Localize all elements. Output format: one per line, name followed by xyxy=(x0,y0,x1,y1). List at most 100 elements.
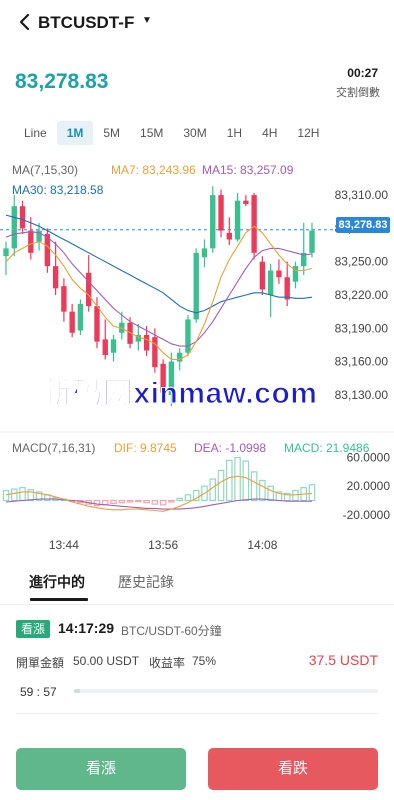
ma7-line xyxy=(5,225,313,360)
macd-bar xyxy=(126,499,134,503)
ma15-legend: MA15: 83,257.09 xyxy=(202,163,294,177)
candle-body xyxy=(218,195,224,231)
candle-body xyxy=(309,230,315,253)
candle-body xyxy=(3,248,9,257)
macd-bar xyxy=(135,499,142,503)
macd-bar xyxy=(2,489,10,502)
dif-legend: DIF: 9.8745 xyxy=(114,441,177,455)
ma-legend-title: MA(7,15,30) xyxy=(12,163,79,177)
candle-body xyxy=(94,306,100,342)
candle-body xyxy=(284,277,290,300)
macd-axis-label: -20.0000 xyxy=(343,508,391,522)
order-timer: 59 : 57 xyxy=(20,685,57,699)
buy-down-button[interactable]: 看跌 xyxy=(208,748,378,790)
interval-tab-5m[interactable]: 5M xyxy=(93,121,130,145)
symbol-title[interactable]: BTCUSDT-F xyxy=(38,13,134,33)
time-axis-label: 14:08 xyxy=(247,538,277,552)
macd-bar xyxy=(242,460,250,502)
macd-bar xyxy=(217,469,225,502)
candle-body xyxy=(77,303,84,331)
macd-bar xyxy=(267,485,274,502)
macd-bar xyxy=(250,471,258,502)
candle-body xyxy=(176,352,183,362)
macd-bar xyxy=(292,489,299,502)
countdown-label: 交割倒數 xyxy=(336,87,380,99)
amount-value: 50.00 USDT xyxy=(73,654,140,668)
current-price: 83,278.83 xyxy=(15,70,109,93)
interval-tab-30m[interactable]: 30M xyxy=(173,121,216,145)
interval-selector: Line 1M 5M 15M 30M 1H 4H 12H xyxy=(14,120,384,146)
macd-bar xyxy=(10,488,18,502)
interval-tab-12h[interactable]: 12H xyxy=(287,121,329,145)
candle-body xyxy=(267,270,274,295)
candle-body xyxy=(86,272,92,307)
candle-body xyxy=(259,261,266,290)
macd-bar xyxy=(159,499,167,506)
candle-body xyxy=(11,206,17,249)
candle-body xyxy=(152,337,158,368)
ma7-legend: MA7: 83,243.96 xyxy=(111,163,196,177)
order-description: BTC/USDT-60分鐘 xyxy=(121,624,222,638)
macd-axis-label: 20.0000 xyxy=(347,479,391,493)
candle-body xyxy=(19,206,26,229)
countdown-time: 00:27 xyxy=(347,66,378,80)
interval-tab-1h[interactable]: 1H xyxy=(217,121,252,145)
candle-body xyxy=(243,200,249,204)
back-arrow-icon xyxy=(19,13,30,31)
price-axis-label: 83,220.00 xyxy=(335,288,389,302)
interval-tab-15m[interactable]: 15M xyxy=(130,121,173,145)
interval-tab-4h[interactable]: 4H xyxy=(252,121,287,145)
candle-body xyxy=(185,319,191,353)
candle-body xyxy=(226,232,232,240)
macd-bar xyxy=(176,497,183,502)
candle-body xyxy=(28,230,34,253)
macd-bar xyxy=(234,456,241,502)
price-axis-label: 83,190.00 xyxy=(335,321,389,335)
candle-body xyxy=(61,286,67,312)
macd-bar xyxy=(19,487,26,502)
candle-body xyxy=(234,200,241,240)
watermark-text: 新码网xinmaw.com xyxy=(41,377,318,411)
macd-bar xyxy=(118,499,126,504)
amount-label: 開單金額 xyxy=(16,656,65,670)
price-axis-label: 83,130.00 xyxy=(335,388,389,402)
candle-body xyxy=(251,195,257,253)
tab-active-orders[interactable]: 進行中的 xyxy=(29,572,85,592)
back-button[interactable] xyxy=(14,10,34,34)
current-price-tag: 83,278.83 xyxy=(336,217,390,233)
interval-tab-1m[interactable]: 1M xyxy=(56,121,94,145)
chart-area[interactable]: 83,310.0083,280.0083,250.0083,220.0083,1… xyxy=(0,158,394,558)
profit-value: 37.5 USDT xyxy=(308,652,378,668)
candle-body xyxy=(276,270,282,278)
time-axis-label: 13:44 xyxy=(49,538,79,552)
macd-bar xyxy=(209,478,217,502)
candlestick-chart[interactable]: 83,310.0083,280.0083,250.0083,220.0083,1… xyxy=(0,158,394,558)
order-card[interactable]: 看漲 14:17:29 BTC/USDT-60分鐘 開單金額 50.00 USD… xyxy=(16,616,378,706)
candle-body xyxy=(110,339,117,353)
interval-tab-line[interactable]: Line xyxy=(14,121,57,145)
macd-bar xyxy=(151,499,159,505)
direction-badge: 看漲 xyxy=(16,620,50,638)
tab-history[interactable]: 歷史記錄 xyxy=(118,572,174,592)
candle-body xyxy=(102,339,108,355)
buy-up-button[interactable]: 看漲 xyxy=(16,748,186,790)
order-progress-bar xyxy=(74,689,378,693)
macd-bar xyxy=(308,484,316,502)
order-time: 14:17:29 xyxy=(58,620,115,636)
dea-legend: DEA: -1.0998 xyxy=(194,441,267,455)
macd-bar xyxy=(110,499,117,504)
candle-body xyxy=(52,266,59,289)
candle-body xyxy=(143,334,150,351)
order-progress-fill xyxy=(74,689,81,693)
ma30-legend: MA30: 83,218.58 xyxy=(12,183,104,197)
order-tabs: 進行中的 歷史記錄 xyxy=(0,562,394,602)
candle-body xyxy=(201,248,208,258)
macd-bar xyxy=(168,499,175,503)
rate-label: 收益率 xyxy=(149,656,186,670)
ma15-line xyxy=(5,231,313,347)
candle-body xyxy=(210,195,216,249)
macd-bar xyxy=(143,499,150,504)
caret-down-icon[interactable]: ▼ xyxy=(142,15,152,26)
price-axis-label: 83,160.00 xyxy=(335,355,389,369)
time-axis-label: 13:56 xyxy=(148,538,178,552)
